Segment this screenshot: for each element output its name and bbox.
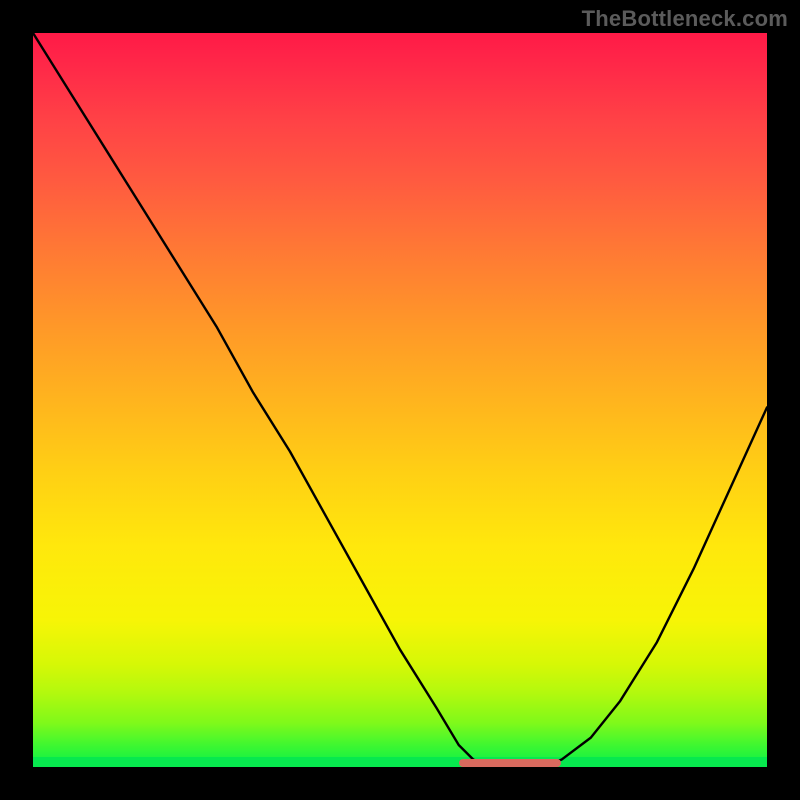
bottleneck-curve [33,33,767,767]
watermark-text: TheBottleneck.com [582,6,788,32]
curve-path [33,33,767,767]
plot-area [33,33,767,767]
valley-marker [459,759,562,767]
chart-frame: TheBottleneck.com [0,0,800,800]
